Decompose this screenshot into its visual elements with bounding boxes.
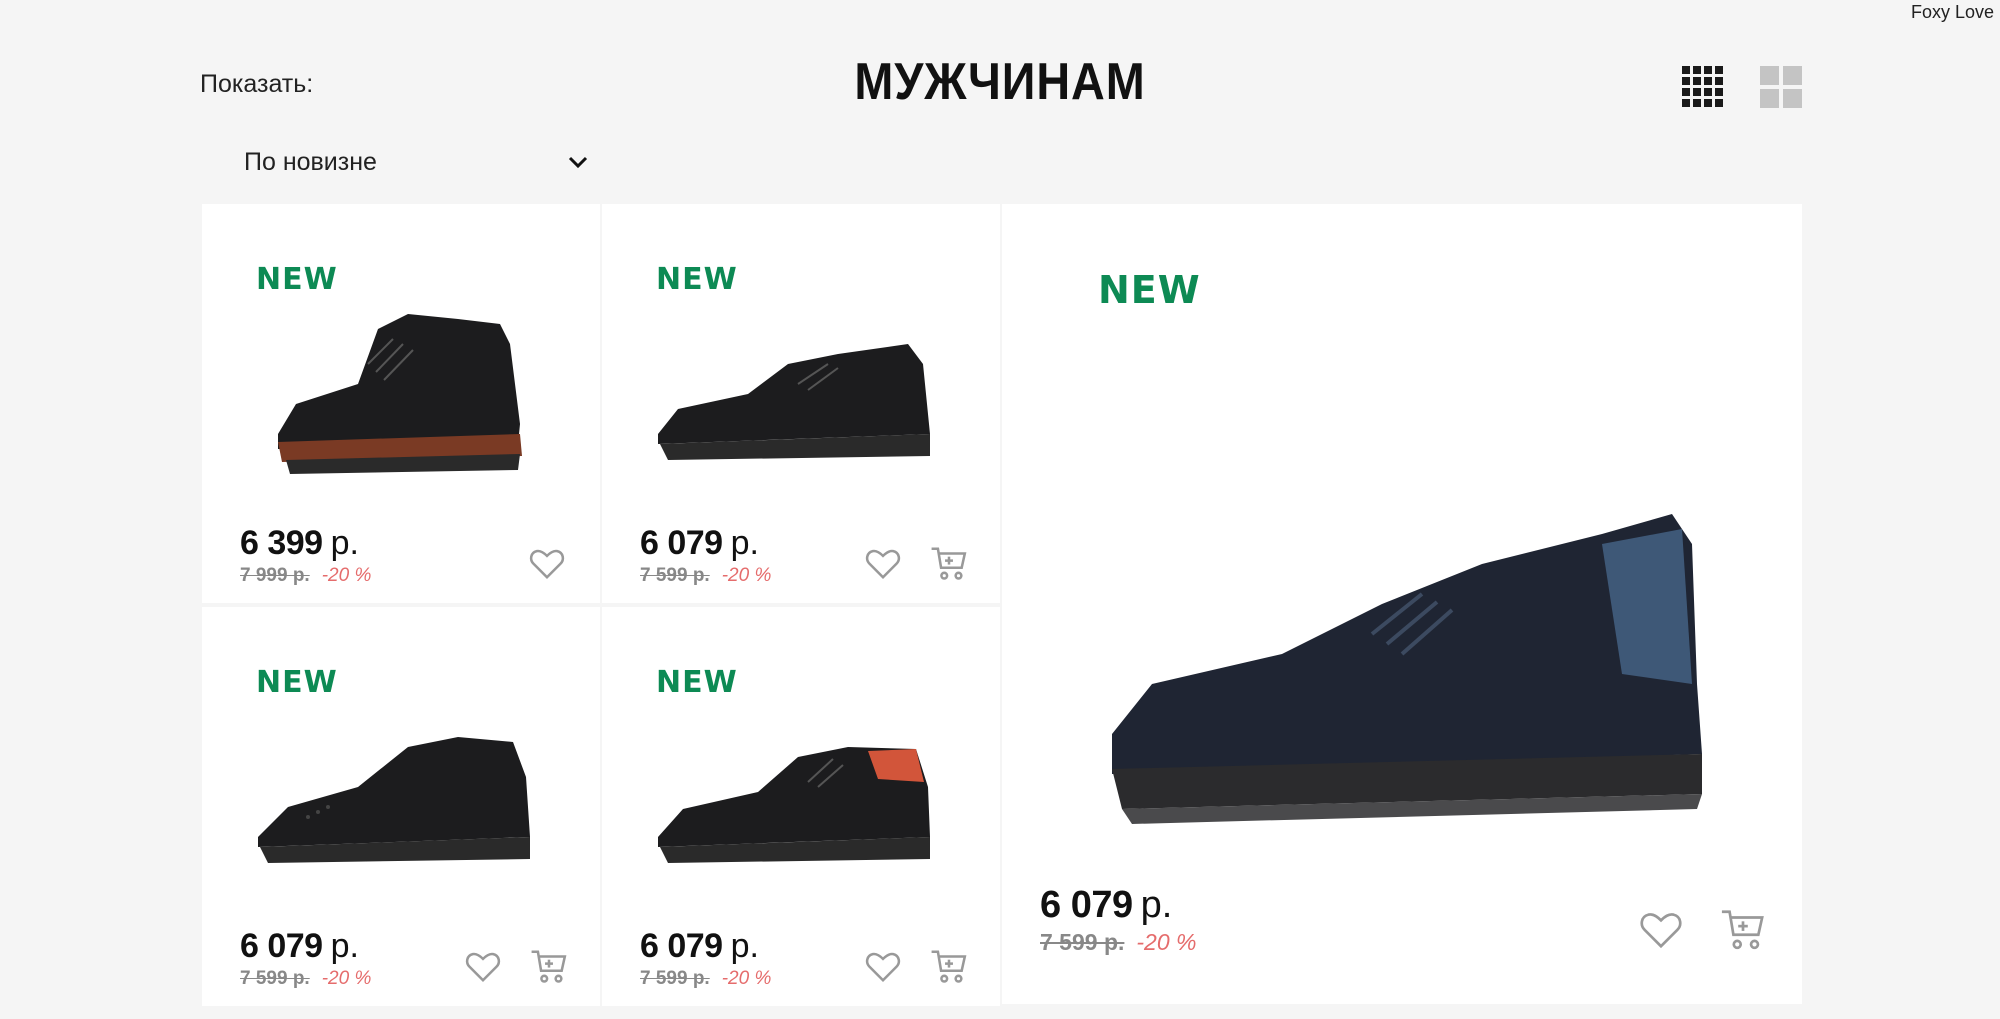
cart-icon[interactable] <box>930 947 968 985</box>
heart-icon[interactable] <box>864 544 902 582</box>
old-price: 7 599 р. <box>640 565 710 586</box>
price-block: 6 079 р. 7 599 р. -20 % <box>1040 884 1196 956</box>
currency: р. <box>730 524 759 562</box>
price-block: 6 399 р. 7 999 р. -20 % <box>240 524 371 587</box>
currency: р. <box>730 927 759 965</box>
current-price: 6 079 <box>1040 884 1133 926</box>
product-image[interactable] <box>638 687 958 887</box>
product-card[interactable]: NEW 6 079 р. 7 599 р. -20 % <box>202 607 600 1006</box>
current-price: 6 079 <box>640 927 723 965</box>
product-image[interactable] <box>638 284 958 484</box>
discount: -20 % <box>321 565 372 586</box>
cart-icon[interactable] <box>530 947 568 985</box>
product-card-featured[interactable]: NEW 6 079 р. 7 599 р. -20 % <box>1002 204 1802 1004</box>
old-price: 7 599 р. <box>1040 929 1125 955</box>
currency: р. <box>1140 884 1173 926</box>
cart-icon[interactable] <box>1720 906 1766 952</box>
old-price: 7 999 р. <box>240 565 310 586</box>
chevron-down-icon <box>568 156 588 169</box>
old-price: 7 599 р. <box>240 968 310 989</box>
sort-select[interactable]: По новизне <box>244 140 590 184</box>
current-price: 6 399 <box>240 524 323 562</box>
page-title: МУЖЧИНАМ <box>854 53 1146 111</box>
heart-icon[interactable] <box>464 947 502 985</box>
discount: -20 % <box>721 968 772 989</box>
sort-select-value: По новизне <box>244 148 377 176</box>
old-price: 7 599 р. <box>640 968 710 989</box>
product-image[interactable] <box>1082 484 1742 844</box>
currency: р. <box>330 927 359 965</box>
cart-icon[interactable] <box>930 544 968 582</box>
current-price: 6 079 <box>640 524 723 562</box>
brand-watermark: Foxy Love <box>1910 2 1994 22</box>
product-card[interactable]: NEW 6 079 р. 7 599 р. -20 % <box>602 204 1000 603</box>
current-price: 6 079 <box>240 927 323 965</box>
new-badge: NEW <box>1098 268 1201 312</box>
product-image[interactable] <box>238 284 558 484</box>
price-block: 6 079 р. 7 599 р. -20 % <box>240 927 371 990</box>
grid-2x2-icon[interactable] <box>1760 66 1802 108</box>
product-image[interactable] <box>238 687 558 887</box>
product-card[interactable]: NEW 6 079 р. 7 599 р. -20 % <box>602 607 1000 1006</box>
heart-icon[interactable] <box>528 544 566 582</box>
discount: -20 % <box>321 968 372 989</box>
product-card[interactable]: NEW 6 399 р. 7 999 р. -20 % <box>202 204 600 603</box>
discount: -20 % <box>1136 929 1197 955</box>
price-block: 6 079 р. 7 599 р. -20 % <box>640 927 771 990</box>
currency: р. <box>330 524 359 562</box>
grid-3x3-icon[interactable] <box>1682 66 1724 108</box>
price-block: 6 079 р. 7 599 р. -20 % <box>640 524 771 587</box>
discount: -20 % <box>721 565 772 586</box>
heart-icon[interactable] <box>1638 906 1684 952</box>
heart-icon[interactable] <box>864 947 902 985</box>
